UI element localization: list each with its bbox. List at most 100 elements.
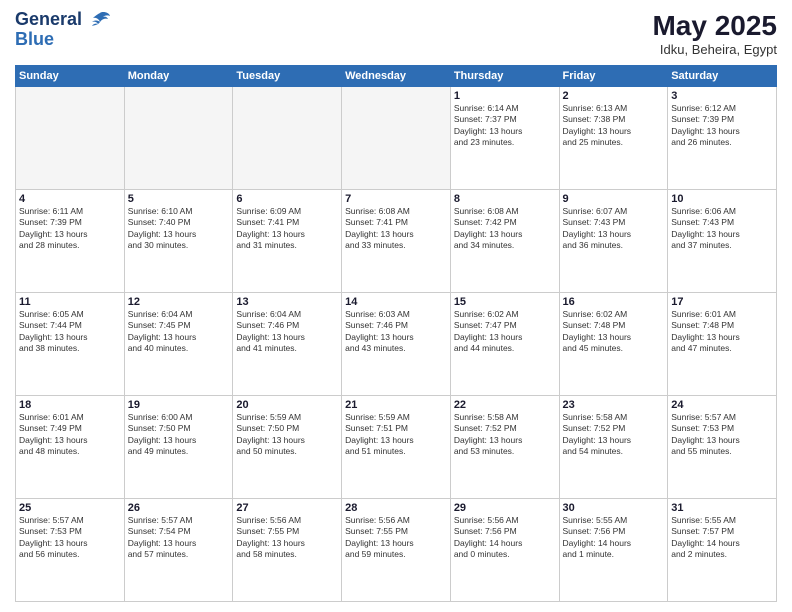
calendar-cell: 1Sunrise: 6:14 AM Sunset: 7:37 PM Daylig… bbox=[450, 87, 559, 190]
day-info: Sunrise: 5:56 AM Sunset: 7:55 PM Dayligh… bbox=[345, 515, 447, 561]
calendar-cell: 10Sunrise: 6:06 AM Sunset: 7:43 PM Dayli… bbox=[668, 190, 777, 293]
calendar-cell bbox=[342, 87, 451, 190]
calendar-cell: 15Sunrise: 6:02 AM Sunset: 7:47 PM Dayli… bbox=[450, 293, 559, 396]
weekday-header-row: SundayMondayTuesdayWednesdayThursdayFrid… bbox=[16, 66, 777, 87]
calendar-cell: 27Sunrise: 5:56 AM Sunset: 7:55 PM Dayli… bbox=[233, 499, 342, 602]
calendar-cell: 23Sunrise: 5:58 AM Sunset: 7:52 PM Dayli… bbox=[559, 396, 668, 499]
day-info: Sunrise: 6:10 AM Sunset: 7:40 PM Dayligh… bbox=[128, 206, 230, 252]
logo: General Blue bbox=[15, 10, 111, 50]
header: General Blue May 2025 Idku, Beheira, Egy… bbox=[15, 10, 777, 57]
day-number: 18 bbox=[19, 399, 121, 411]
day-info: Sunrise: 5:58 AM Sunset: 7:52 PM Dayligh… bbox=[563, 412, 665, 458]
calendar-cell: 28Sunrise: 5:56 AM Sunset: 7:55 PM Dayli… bbox=[342, 499, 451, 602]
day-info: Sunrise: 6:04 AM Sunset: 7:45 PM Dayligh… bbox=[128, 309, 230, 355]
calendar-cell: 4Sunrise: 6:11 AM Sunset: 7:39 PM Daylig… bbox=[16, 190, 125, 293]
day-number: 29 bbox=[454, 502, 556, 514]
calendar-cell: 16Sunrise: 6:02 AM Sunset: 7:48 PM Dayli… bbox=[559, 293, 668, 396]
day-info: Sunrise: 6:11 AM Sunset: 7:39 PM Dayligh… bbox=[19, 206, 121, 252]
day-number: 13 bbox=[236, 296, 338, 308]
weekday-header-saturday: Saturday bbox=[668, 66, 777, 87]
week-row-5: 25Sunrise: 5:57 AM Sunset: 7:53 PM Dayli… bbox=[16, 499, 777, 602]
day-info: Sunrise: 6:09 AM Sunset: 7:41 PM Dayligh… bbox=[236, 206, 338, 252]
calendar-cell: 30Sunrise: 5:55 AM Sunset: 7:56 PM Dayli… bbox=[559, 499, 668, 602]
day-number: 25 bbox=[19, 502, 121, 514]
day-info: Sunrise: 5:57 AM Sunset: 7:53 PM Dayligh… bbox=[671, 412, 773, 458]
day-number: 6 bbox=[236, 193, 338, 205]
day-info: Sunrise: 6:01 AM Sunset: 7:48 PM Dayligh… bbox=[671, 309, 773, 355]
calendar-cell: 20Sunrise: 5:59 AM Sunset: 7:50 PM Dayli… bbox=[233, 396, 342, 499]
day-number: 1 bbox=[454, 90, 556, 102]
calendar-cell: 7Sunrise: 6:08 AM Sunset: 7:41 PM Daylig… bbox=[342, 190, 451, 293]
logo-text: General bbox=[15, 10, 111, 30]
day-number: 4 bbox=[19, 193, 121, 205]
weekday-header-wednesday: Wednesday bbox=[342, 66, 451, 87]
day-info: Sunrise: 6:03 AM Sunset: 7:46 PM Dayligh… bbox=[345, 309, 447, 355]
day-info: Sunrise: 6:05 AM Sunset: 7:44 PM Dayligh… bbox=[19, 309, 121, 355]
day-number: 21 bbox=[345, 399, 447, 411]
week-row-1: 1Sunrise: 6:14 AM Sunset: 7:37 PM Daylig… bbox=[16, 87, 777, 190]
day-number: 20 bbox=[236, 399, 338, 411]
day-number: 17 bbox=[671, 296, 773, 308]
day-number: 26 bbox=[128, 502, 230, 514]
day-number: 15 bbox=[454, 296, 556, 308]
day-number: 23 bbox=[563, 399, 665, 411]
day-number: 22 bbox=[454, 399, 556, 411]
day-info: Sunrise: 6:04 AM Sunset: 7:46 PM Dayligh… bbox=[236, 309, 338, 355]
day-info: Sunrise: 6:14 AM Sunset: 7:37 PM Dayligh… bbox=[454, 103, 556, 149]
day-info: Sunrise: 6:07 AM Sunset: 7:43 PM Dayligh… bbox=[563, 206, 665, 252]
calendar-table: SundayMondayTuesdayWednesdayThursdayFrid… bbox=[15, 65, 777, 602]
calendar-cell: 22Sunrise: 5:58 AM Sunset: 7:52 PM Dayli… bbox=[450, 396, 559, 499]
location: Idku, Beheira, Egypt bbox=[652, 42, 777, 57]
calendar-cell: 3Sunrise: 6:12 AM Sunset: 7:39 PM Daylig… bbox=[668, 87, 777, 190]
weekday-header-monday: Monday bbox=[124, 66, 233, 87]
day-info: Sunrise: 6:02 AM Sunset: 7:48 PM Dayligh… bbox=[563, 309, 665, 355]
calendar-cell: 5Sunrise: 6:10 AM Sunset: 7:40 PM Daylig… bbox=[124, 190, 233, 293]
calendar-cell: 26Sunrise: 5:57 AM Sunset: 7:54 PM Dayli… bbox=[124, 499, 233, 602]
logo-blue-text: Blue bbox=[15, 30, 111, 50]
day-info: Sunrise: 5:55 AM Sunset: 7:56 PM Dayligh… bbox=[563, 515, 665, 561]
day-info: Sunrise: 5:57 AM Sunset: 7:53 PM Dayligh… bbox=[19, 515, 121, 561]
weekday-header-sunday: Sunday bbox=[16, 66, 125, 87]
day-number: 19 bbox=[128, 399, 230, 411]
day-number: 2 bbox=[563, 90, 665, 102]
calendar-cell: 21Sunrise: 5:59 AM Sunset: 7:51 PM Dayli… bbox=[342, 396, 451, 499]
week-row-3: 11Sunrise: 6:05 AM Sunset: 7:44 PM Dayli… bbox=[16, 293, 777, 396]
day-info: Sunrise: 6:08 AM Sunset: 7:41 PM Dayligh… bbox=[345, 206, 447, 252]
calendar-cell: 8Sunrise: 6:08 AM Sunset: 7:42 PM Daylig… bbox=[450, 190, 559, 293]
day-info: Sunrise: 6:08 AM Sunset: 7:42 PM Dayligh… bbox=[454, 206, 556, 252]
day-number: 9 bbox=[563, 193, 665, 205]
day-number: 12 bbox=[128, 296, 230, 308]
day-number: 14 bbox=[345, 296, 447, 308]
calendar-cell: 14Sunrise: 6:03 AM Sunset: 7:46 PM Dayli… bbox=[342, 293, 451, 396]
day-number: 8 bbox=[454, 193, 556, 205]
day-info: Sunrise: 5:56 AM Sunset: 7:56 PM Dayligh… bbox=[454, 515, 556, 561]
week-row-2: 4Sunrise: 6:11 AM Sunset: 7:39 PM Daylig… bbox=[16, 190, 777, 293]
day-info: Sunrise: 6:00 AM Sunset: 7:50 PM Dayligh… bbox=[128, 412, 230, 458]
week-row-4: 18Sunrise: 6:01 AM Sunset: 7:49 PM Dayli… bbox=[16, 396, 777, 499]
day-info: Sunrise: 6:12 AM Sunset: 7:39 PM Dayligh… bbox=[671, 103, 773, 149]
calendar-cell bbox=[233, 87, 342, 190]
weekday-header-friday: Friday bbox=[559, 66, 668, 87]
title-section: May 2025 Idku, Beheira, Egypt bbox=[652, 10, 777, 57]
day-info: Sunrise: 5:57 AM Sunset: 7:54 PM Dayligh… bbox=[128, 515, 230, 561]
calendar-cell: 12Sunrise: 6:04 AM Sunset: 7:45 PM Dayli… bbox=[124, 293, 233, 396]
calendar-cell: 13Sunrise: 6:04 AM Sunset: 7:46 PM Dayli… bbox=[233, 293, 342, 396]
day-info: Sunrise: 5:55 AM Sunset: 7:57 PM Dayligh… bbox=[671, 515, 773, 561]
calendar-cell bbox=[124, 87, 233, 190]
calendar-cell: 24Sunrise: 5:57 AM Sunset: 7:53 PM Dayli… bbox=[668, 396, 777, 499]
calendar-cell: 31Sunrise: 5:55 AM Sunset: 7:57 PM Dayli… bbox=[668, 499, 777, 602]
calendar-cell: 2Sunrise: 6:13 AM Sunset: 7:38 PM Daylig… bbox=[559, 87, 668, 190]
weekday-header-thursday: Thursday bbox=[450, 66, 559, 87]
day-info: Sunrise: 5:58 AM Sunset: 7:52 PM Dayligh… bbox=[454, 412, 556, 458]
day-number: 16 bbox=[563, 296, 665, 308]
day-number: 30 bbox=[563, 502, 665, 514]
day-number: 27 bbox=[236, 502, 338, 514]
day-info: Sunrise: 6:06 AM Sunset: 7:43 PM Dayligh… bbox=[671, 206, 773, 252]
calendar-cell: 17Sunrise: 6:01 AM Sunset: 7:48 PM Dayli… bbox=[668, 293, 777, 396]
day-info: Sunrise: 6:13 AM Sunset: 7:38 PM Dayligh… bbox=[563, 103, 665, 149]
page: General Blue May 2025 Idku, Beheira, Egy… bbox=[0, 0, 792, 612]
day-info: Sunrise: 6:02 AM Sunset: 7:47 PM Dayligh… bbox=[454, 309, 556, 355]
weekday-header-tuesday: Tuesday bbox=[233, 66, 342, 87]
month-title: May 2025 bbox=[652, 10, 777, 42]
day-number: 7 bbox=[345, 193, 447, 205]
